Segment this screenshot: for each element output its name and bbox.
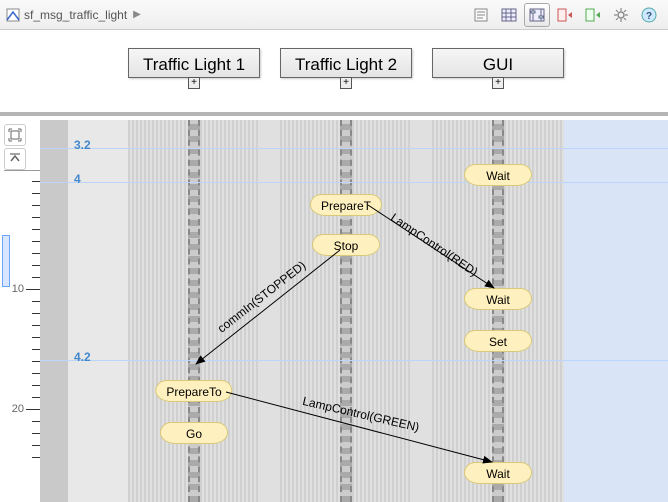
expand-handle-icon[interactable]: + [188, 77, 200, 89]
time-guide [40, 148, 668, 149]
sequence-plot[interactable]: 3.2 4 4.2 Wait PrepareT Stop Wait Set Pr… [40, 120, 668, 502]
left-controls [2, 122, 30, 172]
time-guide [40, 360, 668, 361]
viewport-marker[interactable] [2, 235, 10, 287]
expand-handle-icon[interactable]: + [340, 77, 352, 89]
chevron-right-icon: ▶ [133, 9, 141, 20]
canvas: Traffic Light 1 + Traffic Light 2 + GUI … [0, 30, 668, 502]
breadcrumb[interactable]: sf_msg_traffic_light ▶ [6, 8, 468, 22]
time-label: 4.2 [74, 350, 91, 364]
state-prepare[interactable]: PrepareT [310, 194, 382, 216]
state-stop[interactable]: Stop [312, 234, 380, 256]
time-label: 4 [74, 172, 81, 186]
time-ruler[interactable]: 10 20 [4, 170, 40, 502]
state-prepare[interactable]: PrepareTo [155, 380, 232, 402]
time-guide [40, 182, 668, 183]
top-toolbar: sf_msg_traffic_light ▶ ? [0, 0, 668, 30]
swimlane-header-traffic-light-1[interactable]: Traffic Light 1 + [128, 48, 260, 78]
swimlane-header-gui[interactable]: GUI + [432, 48, 564, 78]
ruler-tick-label: 10 [12, 283, 24, 295]
lifeline-traffic-light-2 [340, 120, 352, 502]
state-wait[interactable]: Wait [464, 462, 532, 484]
settings-button[interactable] [608, 3, 634, 27]
add-panel-button[interactable] [580, 3, 606, 27]
swimlane-header-zone: Traffic Light 1 + Traffic Light 2 + GUI … [0, 30, 668, 116]
table-view-button[interactable] [496, 3, 522, 27]
help-button[interactable]: ? [636, 3, 662, 27]
svg-text:?: ? [646, 11, 652, 22]
remove-panel-button[interactable] [552, 3, 578, 27]
plot-background [40, 120, 668, 502]
ruler-tick-label: 20 [12, 403, 24, 415]
swimlane-title: Traffic Light 2 [295, 55, 397, 74]
state-go[interactable]: Go [160, 422, 228, 444]
state-wait[interactable]: Wait [464, 288, 532, 310]
state-set[interactable]: Set [464, 330, 532, 352]
state-wait[interactable]: Wait [464, 164, 532, 186]
swimlane-header-traffic-light-2[interactable]: Traffic Light 2 + [280, 48, 412, 78]
lifeline-traffic-light-1 [188, 120, 200, 502]
time-label: 3.2 [74, 138, 91, 152]
text-view-button[interactable] [468, 3, 494, 27]
swimlane-title: GUI [483, 55, 513, 74]
expand-handle-icon[interactable]: + [492, 77, 504, 89]
swimlane-title: Traffic Light 1 [143, 55, 245, 74]
model-icon [6, 8, 20, 22]
fit-to-view-button[interactable] [4, 124, 26, 146]
toolbar-buttons: ? [468, 3, 662, 27]
collapse-up-button[interactable] [4, 148, 26, 170]
breadcrumb-model-name[interactable]: sf_msg_traffic_light [24, 8, 127, 22]
sequence-view-button[interactable] [524, 3, 550, 27]
